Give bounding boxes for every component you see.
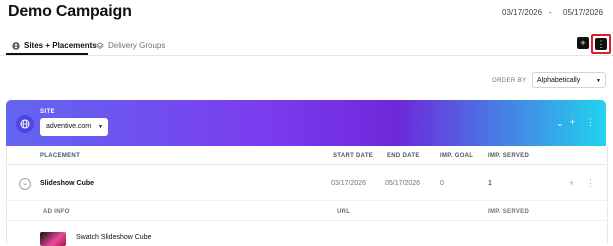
caret-down-icon: ▼ <box>98 124 103 130</box>
add-button[interactable]: + <box>577 37 589 49</box>
placement-goal: 0 <box>440 180 444 187</box>
tabs-divider <box>0 55 613 56</box>
date-separator: - <box>549 8 552 17</box>
tab-label: Sites + Placements <box>24 41 97 50</box>
add-placement-icon[interactable]: + <box>570 117 575 127</box>
globe-icon <box>16 115 34 133</box>
site-value: adventive.com <box>46 123 92 130</box>
placements-panel <box>6 146 608 244</box>
col-imp-goal: IMP. GOAL <box>440 153 474 159</box>
col-end-date: END DATE <box>387 153 420 159</box>
caret-down-icon: ▼ <box>596 78 601 84</box>
placement-menu-icon[interactable]: ⋮ <box>586 178 595 189</box>
tab-delivery-groups[interactable]: Delivery Groups <box>96 41 165 50</box>
expand-chevron-icon[interactable]: ⌄ <box>19 178 31 190</box>
ad-name[interactable]: Swatch Slideshow Cube <box>76 234 152 241</box>
more-options-button[interactable]: ⋮ <box>595 38 607 50</box>
site-label: SITE <box>40 109 55 115</box>
tab-sites-placements[interactable]: Sites + Placements <box>12 41 97 50</box>
col-start-date: START DATE <box>333 153 374 159</box>
add-ad-icon[interactable]: + <box>569 178 574 188</box>
col-imp-served: IMP. SERVED <box>488 153 530 159</box>
placement-start: 03/17/2026 <box>331 180 367 187</box>
placement-served: 1 <box>488 180 492 187</box>
col-url: URL <box>337 209 351 215</box>
col-placement: PLACEMENT <box>40 153 81 159</box>
col-ad-info: AD INFO <box>43 209 70 215</box>
row-divider <box>6 164 606 165</box>
campaign-start-date: 03/17/2026 <box>502 8 543 17</box>
order-by-select[interactable]: Alphabetically ▼ <box>532 72 606 88</box>
order-by-value: Alphabetically <box>537 77 581 84</box>
layers-icon <box>96 41 104 49</box>
globe-icon <box>12 41 20 50</box>
collapse-chevron-icon[interactable]: ⌄ <box>556 118 564 129</box>
row-divider <box>6 200 606 201</box>
page-title: Demo Campaign <box>8 3 132 20</box>
placement-end: 05/17/2026 <box>385 180 421 187</box>
menu-button-highlight: ⋮ <box>591 34 611 54</box>
tab-label: Delivery Groups <box>108 41 166 50</box>
order-by-label: ORDER BY <box>492 78 527 84</box>
campaign-end-date: 05/17/2026 <box>563 8 604 17</box>
col-ad-imp-served: IMP. SERVED <box>488 209 530 215</box>
placement-name[interactable]: Slideshow Cube <box>40 180 94 187</box>
row-divider <box>6 220 606 221</box>
site-select[interactable]: adventive.com ▼ <box>40 118 108 136</box>
site-menu-icon[interactable]: ⋮ <box>586 117 595 128</box>
